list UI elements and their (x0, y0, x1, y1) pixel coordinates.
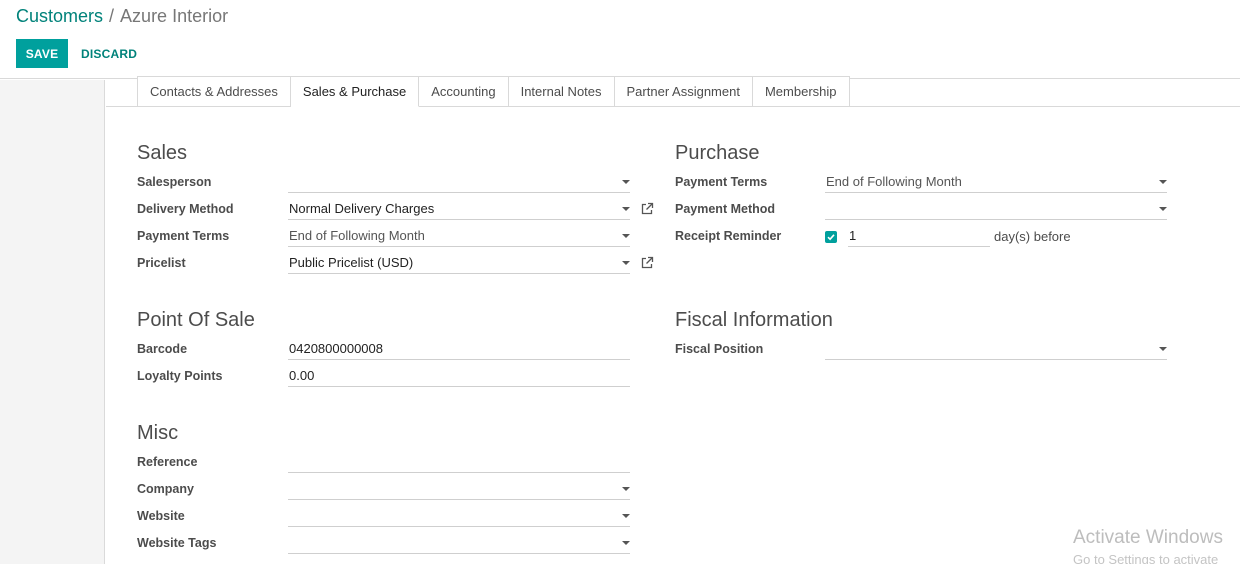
pricelist-label: Pricelist (137, 256, 186, 270)
chevron-down-icon (622, 514, 630, 518)
fiscal-position-select[interactable] (825, 339, 1167, 360)
purchase-section-title: Purchase (675, 142, 760, 164)
delivery-method-select[interactable]: Normal Delivery Charges (288, 199, 630, 220)
receipt-reminder-days-input[interactable]: 1 (848, 226, 990, 247)
barcode-value: 0420800000008 (289, 341, 383, 356)
chevron-down-icon (1159, 180, 1167, 184)
salesperson-label: Salesperson (137, 175, 212, 189)
tab-contacts-addresses[interactable]: Contacts & Addresses (137, 76, 291, 107)
tab-partner-assignment[interactable]: Partner Assignment (614, 76, 753, 107)
save-button[interactable]: SAVE (16, 39, 68, 68)
receipt-reminder-checkbox[interactable] (825, 231, 837, 243)
receipt-reminder-suffix: day(s) before (994, 229, 1071, 244)
payment-method-label: Payment Method (675, 202, 776, 216)
website-tags-select[interactable] (288, 533, 630, 554)
pricelist-select[interactable]: Public Pricelist (USD) (288, 253, 630, 274)
notebook-tabs: Contacts & Addresses Sales & Purchase Ac… (137, 76, 850, 107)
tab-sales-purchase[interactable]: Sales & Purchase (290, 76, 420, 107)
breadcrumb: Customers / Azure Interior (16, 6, 228, 26)
sales-payment-terms-value: End of Following Month (289, 228, 425, 243)
misc-section-title: Misc (137, 422, 179, 444)
loyalty-points-input[interactable]: 0.00 (288, 366, 630, 387)
pricelist-value: Public Pricelist (USD) (289, 255, 414, 270)
website-tags-label: Website Tags (137, 536, 217, 550)
salesperson-select[interactable] (288, 172, 630, 193)
breadcrumb-separator: / (109, 6, 115, 26)
receipt-reminder-label: Receipt Reminder (675, 229, 782, 243)
sales-payment-terms-select[interactable]: End of Following Month (288, 226, 630, 247)
loyalty-points-label: Loyalty Points (137, 369, 223, 383)
chevron-down-icon (622, 487, 630, 491)
payment-method-select[interactable] (825, 199, 1167, 220)
fiscal-position-label: Fiscal Position (675, 342, 764, 356)
fiscal-section-title: Fiscal Information (675, 309, 833, 331)
external-link-icon[interactable] (640, 202, 654, 216)
purchase-payment-terms-value: End of Following Month (826, 174, 962, 189)
barcode-label: Barcode (137, 342, 188, 356)
chevron-down-icon (622, 180, 630, 184)
external-link-icon[interactable] (640, 256, 654, 270)
activate-windows-watermark-subtitle: Go to Settings to activate (1073, 552, 1219, 564)
breadcrumb-current: Azure Interior (120, 6, 229, 26)
reference-label: Reference (137, 455, 198, 469)
chevron-down-icon (622, 207, 630, 211)
tab-membership[interactable]: Membership (752, 76, 850, 107)
check-icon (827, 234, 835, 241)
form-sheet (106, 80, 1240, 564)
sales-payment-terms-label: Payment Terms (137, 229, 230, 243)
discard-button[interactable]: DISCARD (81, 39, 137, 68)
chevron-down-icon (622, 234, 630, 238)
reference-input[interactable] (288, 452, 630, 473)
chevron-down-icon (622, 261, 630, 265)
loyalty-points-value: 0.00 (289, 368, 315, 383)
receipt-reminder-days-value: 1 (849, 228, 857, 243)
breadcrumb-customers-link[interactable]: Customers (16, 6, 103, 26)
delivery-method-value: Normal Delivery Charges (289, 201, 435, 216)
activate-windows-watermark-title: Activate Windows (1073, 527, 1223, 548)
delivery-method-label: Delivery Method (137, 202, 234, 216)
point-of-sale-section-title: Point Of Sale (137, 309, 255, 331)
tab-accounting[interactable]: Accounting (419, 76, 509, 107)
control-panel: Customers / Azure Interior SAVE DISCARD (0, 0, 1240, 79)
website-label: Website (137, 509, 185, 523)
barcode-input[interactable]: 0420800000008 (288, 339, 630, 360)
purchase-payment-terms-select[interactable]: End of Following Month (825, 172, 1167, 193)
tab-internal-notes[interactable]: Internal Notes (508, 76, 615, 107)
website-select[interactable] (288, 506, 630, 527)
company-label: Company (137, 482, 194, 496)
chevron-down-icon (1159, 207, 1167, 211)
chevron-down-icon (622, 541, 630, 545)
sales-section-title: Sales (137, 142, 188, 164)
chevron-down-icon (1159, 347, 1167, 351)
purchase-payment-terms-label: Payment Terms (675, 175, 768, 189)
company-select[interactable] (288, 479, 630, 500)
left-gutter (0, 80, 105, 564)
